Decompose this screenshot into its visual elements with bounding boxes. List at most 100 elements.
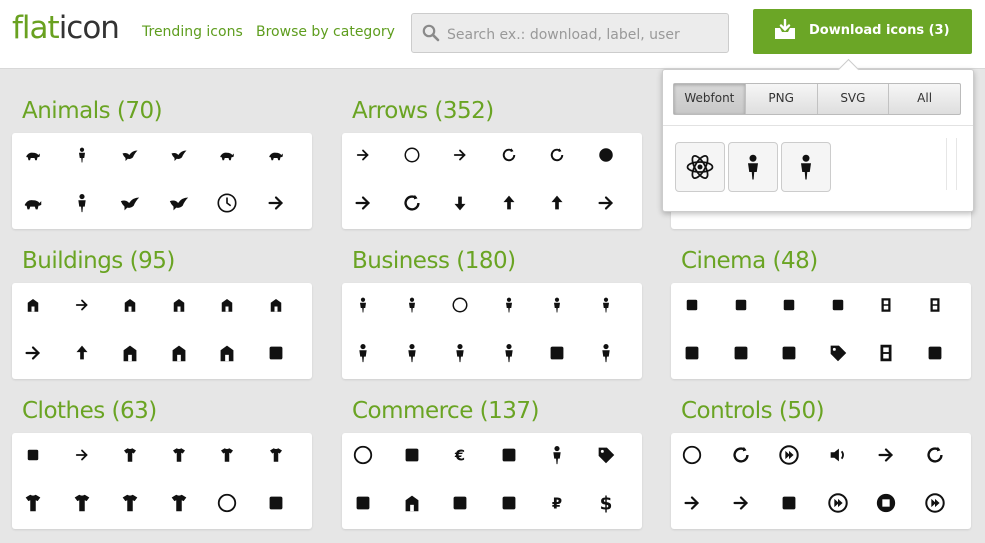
flying-bird-icon[interactable]: [166, 190, 192, 216]
video-play-icon[interactable]: [922, 292, 948, 318]
shopper-icon[interactable]: [544, 442, 570, 468]
basket-icon[interactable]: [496, 490, 522, 516]
tower-gate-icon[interactable]: [166, 292, 192, 318]
fast-forward-icon[interactable]: [776, 442, 802, 468]
roof-icon[interactable]: [69, 340, 95, 366]
format-svg[interactable]: SVG: [816, 84, 889, 114]
chevron-right-icon[interactable]: [350, 190, 376, 216]
rotate-arrow-icon[interactable]: [399, 190, 425, 216]
brightness-icon[interactable]: [679, 442, 705, 468]
flip-flops-icon[interactable]: [117, 442, 143, 468]
film-strip-icon[interactable]: [873, 292, 899, 318]
move-arrows-icon[interactable]: [447, 142, 473, 168]
clipboard-icon[interactable]: [544, 340, 570, 366]
runner-icon[interactable]: [69, 190, 95, 216]
stork-icon[interactable]: [166, 142, 192, 168]
theater-icon[interactable]: [728, 340, 754, 366]
globe-icon[interactable]: [447, 292, 473, 318]
selected-desk-worker-icon[interactable]: [781, 142, 831, 192]
house-icon[interactable]: [20, 292, 46, 318]
heron-icon[interactable]: [117, 190, 143, 216]
selected-atom-icon[interactable]: [675, 142, 725, 192]
church-tower-icon[interactable]: [263, 292, 289, 318]
handshake-icon[interactable]: [350, 340, 376, 366]
flaticon-logo[interactable]: flaticon: [12, 10, 120, 46]
pavilion-icon[interactable]: [117, 292, 143, 318]
undo-arrow-icon[interactable]: [496, 142, 522, 168]
glass-icon[interactable]: [447, 490, 473, 516]
bull-icon[interactable]: [20, 142, 46, 168]
film-reel-strip-icon[interactable]: [873, 340, 899, 366]
shoe-icon[interactable]: [263, 442, 289, 468]
skyline-icon[interactable]: [214, 292, 240, 318]
category-title[interactable]: Business (180): [352, 248, 516, 274]
microphone-icon[interactable]: [776, 490, 802, 516]
ticket-icon[interactable]: [825, 340, 851, 366]
escalator-icon[interactable]: [69, 292, 95, 318]
category-title[interactable]: Controls (50): [681, 398, 825, 424]
selected-teacher-icon[interactable]: [728, 142, 778, 192]
tshirt-icon[interactable]: [166, 490, 192, 516]
category-title[interactable]: Commerce (137): [352, 398, 540, 424]
elephant-icon[interactable]: [263, 142, 289, 168]
teacher-icon[interactable]: [399, 292, 425, 318]
man-icon[interactable]: [69, 142, 95, 168]
upload-arrow-icon[interactable]: [544, 190, 570, 216]
bird-icon[interactable]: [117, 142, 143, 168]
stop-icon[interactable]: [873, 490, 899, 516]
sock-icon[interactable]: [214, 442, 240, 468]
shop-icon[interactable]: [399, 490, 425, 516]
thinking-man-icon[interactable]: [447, 340, 473, 366]
skip-forward-icon[interactable]: [825, 490, 851, 516]
stairs-icon[interactable]: [20, 340, 46, 366]
laundry-icon[interactable]: [20, 442, 46, 468]
download-icons-button[interactable]: Download icons (3): [753, 9, 972, 54]
euro-icon[interactable]: €: [447, 442, 473, 468]
home-icon[interactable]: [166, 340, 192, 366]
search-box[interactable]: [411, 13, 729, 53]
monitor-icon[interactable]: [728, 292, 754, 318]
camera-tripod-icon[interactable]: [776, 340, 802, 366]
format-all[interactable]: All: [888, 84, 960, 114]
office-building-icon[interactable]: [263, 340, 289, 366]
office-desk-icon[interactable]: [593, 292, 619, 318]
price-tag-icon[interactable]: [593, 442, 619, 468]
shopping-bag-icon[interactable]: [350, 490, 376, 516]
format-png[interactable]: PNG: [744, 84, 817, 114]
refresh-arrows-icon[interactable]: [544, 142, 570, 168]
pin-icon[interactable]: [69, 442, 95, 468]
diagonal-arrow-icon[interactable]: [593, 190, 619, 216]
category-title[interactable]: Buildings (95): [22, 248, 175, 274]
bone-icon[interactable]: [263, 190, 289, 216]
circle-back-arrow-icon[interactable]: [593, 142, 619, 168]
ruble-icon[interactable]: ₽: [544, 490, 570, 516]
expand-icon[interactable]: [679, 490, 705, 516]
desk-worker-icon[interactable]: [544, 292, 570, 318]
category-title[interactable]: Clothes (63): [22, 398, 157, 424]
category-title[interactable]: Arrows (352): [352, 98, 494, 124]
team-icon[interactable]: [496, 340, 522, 366]
popup-scrollbar[interactable]: [946, 138, 957, 190]
chapel-icon[interactable]: [214, 340, 240, 366]
presenter-icon[interactable]: [350, 292, 376, 318]
nav-trending-icons[interactable]: Trending icons: [142, 24, 243, 40]
projector-icon[interactable]: [679, 292, 705, 318]
two-people-icon[interactable]: [399, 340, 425, 366]
credit-card-icon[interactable]: [496, 442, 522, 468]
compress-icon[interactable]: [728, 490, 754, 516]
underwear-icon[interactable]: [20, 490, 46, 516]
category-title[interactable]: Animals (70): [22, 98, 163, 124]
category-title[interactable]: Cinema (48): [681, 248, 818, 274]
search-input[interactable]: [445, 22, 724, 48]
factory-icon[interactable]: [117, 340, 143, 366]
clapper-icon[interactable]: [825, 292, 851, 318]
reload-icon[interactable]: [728, 442, 754, 468]
nav-browse-by-category[interactable]: Browse by category: [256, 24, 395, 40]
fish-icon[interactable]: [214, 142, 240, 168]
camcorder-icon[interactable]: [922, 340, 948, 366]
clapperboard-icon[interactable]: [776, 292, 802, 318]
collapse-icon[interactable]: [873, 442, 899, 468]
circle-up-arrow-icon[interactable]: [399, 142, 425, 168]
movie-camera-icon[interactable]: [679, 340, 705, 366]
sweater-icon[interactable]: [69, 490, 95, 516]
